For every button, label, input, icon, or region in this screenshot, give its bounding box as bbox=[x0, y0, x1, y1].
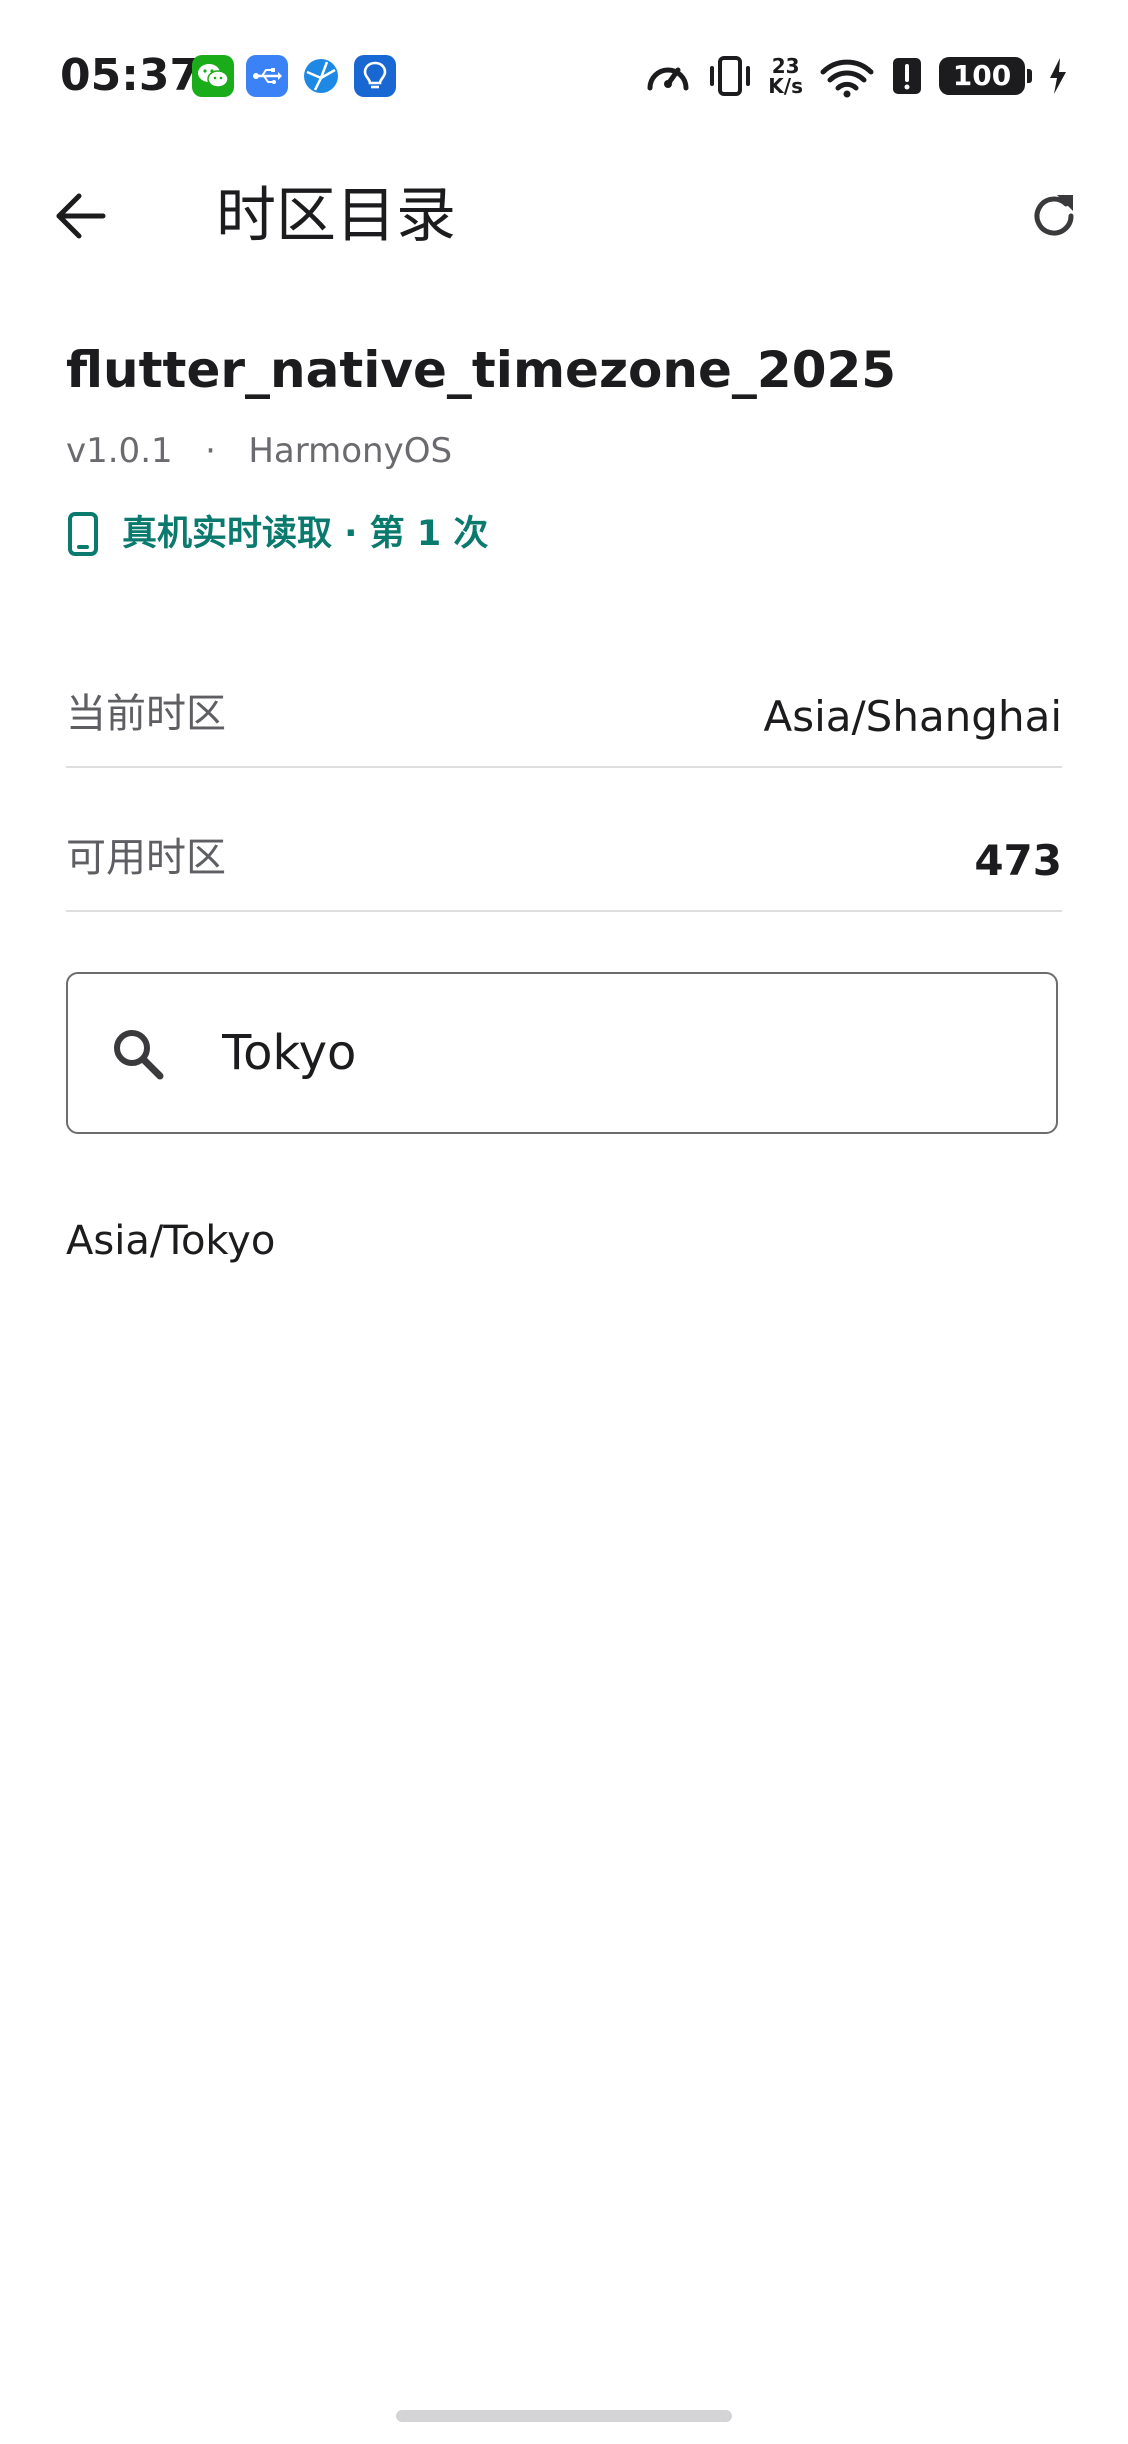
notification-icons bbox=[192, 55, 396, 97]
search-input[interactable] bbox=[222, 1012, 1022, 1094]
browser-icon bbox=[300, 55, 342, 97]
search-box[interactable] bbox=[66, 972, 1058, 1134]
lightbulb-icon bbox=[354, 55, 396, 97]
system-status: 23 K/s 100 bbox=[644, 52, 1068, 100]
wifi-icon bbox=[820, 59, 874, 98]
back-button[interactable] bbox=[48, 184, 112, 248]
package-name: flutter_native_timezone_2025 bbox=[66, 341, 897, 399]
home-indicator[interactable] bbox=[396, 2410, 732, 2422]
charging-icon bbox=[1050, 58, 1066, 94]
available-timezones-label: 可用时区 bbox=[66, 835, 226, 881]
refresh-button[interactable] bbox=[1022, 184, 1086, 248]
smartphone-icon bbox=[68, 512, 98, 556]
refresh-icon bbox=[1034, 195, 1074, 236]
package-platform: HarmonyOS bbox=[248, 431, 453, 471]
timezone-result-item[interactable]: Asia/Tokyo bbox=[66, 1208, 1062, 1274]
status-bar: 05:37 23 K/s 100 bbox=[0, 0, 1128, 150]
meta-separator: · bbox=[205, 431, 216, 471]
current-timezone-row: 当前时区 Asia/Shanghai bbox=[66, 666, 1062, 768]
package-version: v1.0.1 bbox=[66, 431, 173, 471]
device-read-status: 真机实时读取 · 第 1 次 bbox=[66, 506, 488, 562]
net-speed-unit: K/s bbox=[768, 74, 803, 98]
arrow-left-icon bbox=[56, 193, 106, 239]
net-speed: 23 K/s bbox=[768, 56, 803, 96]
current-timezone-label: 当前时区 bbox=[66, 691, 226, 737]
app-bar: 时区目录 bbox=[0, 160, 1128, 270]
net-speed-value: 23 bbox=[771, 54, 800, 78]
device-read-text: 真机实时读取 · 第 1 次 bbox=[122, 514, 489, 554]
package-meta: v1.0.1 · HarmonyOS bbox=[66, 428, 452, 474]
wechat-icon bbox=[192, 55, 234, 97]
speedometer-icon bbox=[647, 67, 689, 91]
status-time: 05:37 bbox=[60, 50, 201, 101]
available-timezones-row: 可用时区 473 bbox=[66, 810, 1062, 912]
current-timezone-value: Asia/Shanghai bbox=[763, 692, 1063, 741]
battery-icon: 100 bbox=[939, 57, 1025, 95]
vibrate-icon bbox=[710, 56, 751, 96]
usb-icon bbox=[246, 55, 288, 97]
available-timezones-count: 473 bbox=[974, 836, 1062, 885]
battery-nub bbox=[1027, 69, 1032, 83]
page-title: 时区目录 bbox=[216, 181, 456, 251]
search-icon bbox=[108, 1024, 168, 1084]
alert-icon bbox=[893, 58, 921, 94]
